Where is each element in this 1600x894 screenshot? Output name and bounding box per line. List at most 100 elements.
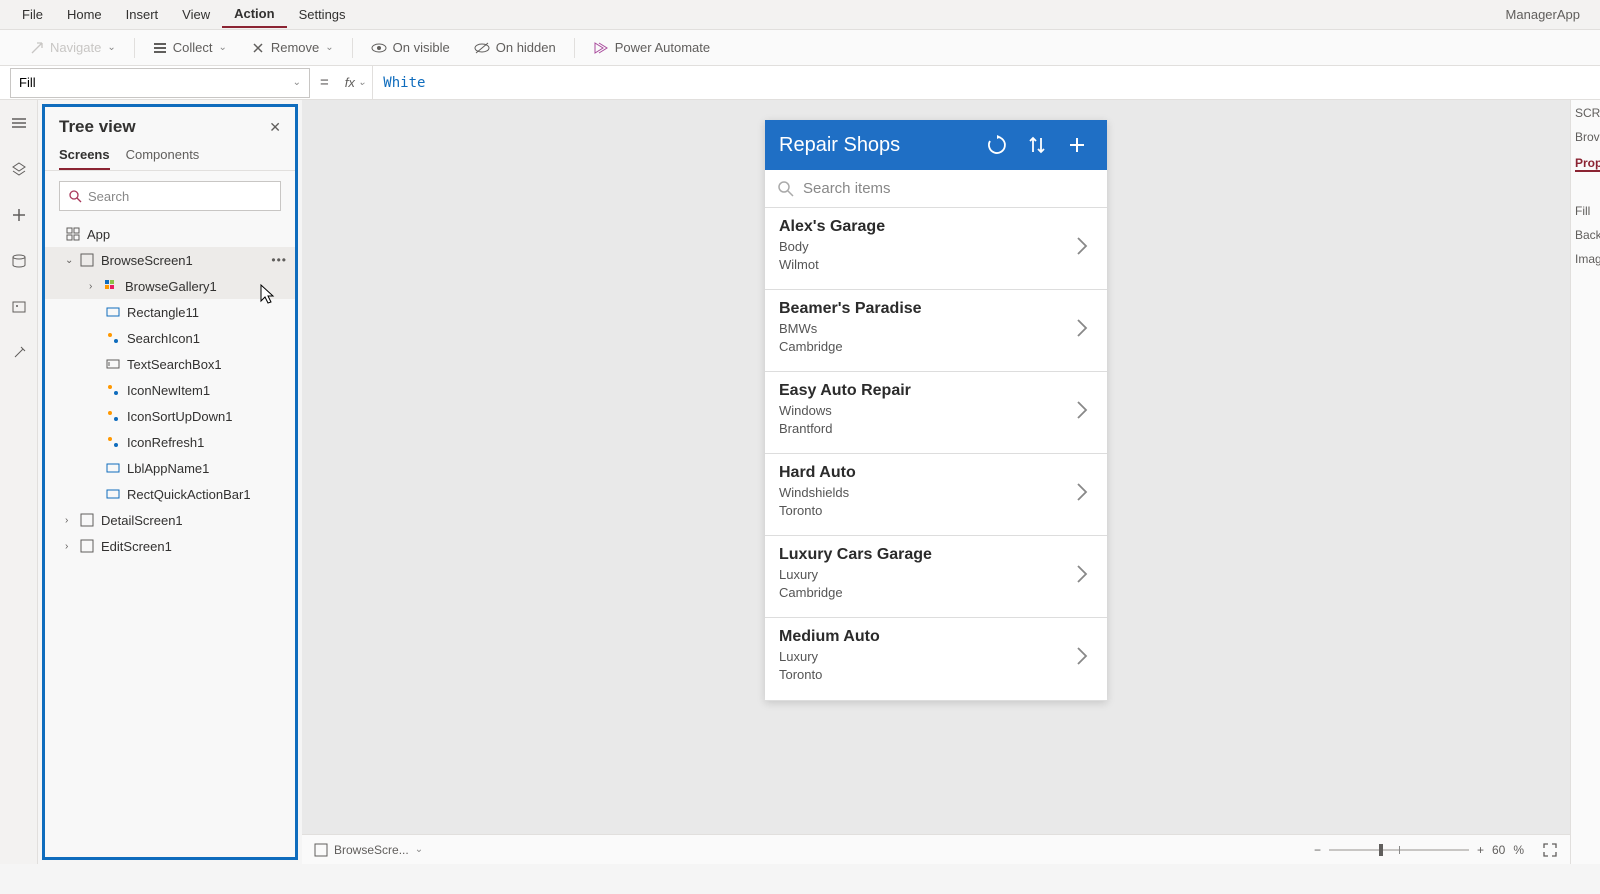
rail-treeview[interactable] bbox=[4, 154, 34, 184]
list-item-sub2: Wilmot bbox=[779, 256, 1075, 274]
tree-detailscreen[interactable]: › DetailScreen1 bbox=[45, 507, 295, 533]
canvas-screen-name[interactable]: BrowseScre... bbox=[334, 843, 409, 857]
tree-searchicon[interactable]: SearchIcon1 bbox=[45, 325, 295, 351]
zoom-slider[interactable] bbox=[1329, 849, 1469, 851]
list-item[interactable]: Alex's Garage Body Wilmot bbox=[765, 208, 1107, 290]
treeview-close[interactable]: ✕ bbox=[269, 119, 281, 136]
list-item-title: Luxury Cars Garage bbox=[779, 546, 1075, 564]
tree-browsegallery[interactable]: › BrowseGallery1 bbox=[45, 273, 295, 299]
property-dropdown[interactable]: Fill⌄ bbox=[10, 68, 310, 98]
app-name: ManagerApp bbox=[1506, 7, 1590, 22]
list-item-sub1: Windshields bbox=[779, 484, 1075, 502]
zoom-unit: % bbox=[1513, 843, 1524, 857]
icon-control-icon bbox=[105, 382, 121, 398]
screen-icon bbox=[79, 512, 95, 528]
preview-searchbar[interactable]: Search items bbox=[765, 170, 1107, 208]
preview-add-icon[interactable] bbox=[1061, 129, 1093, 161]
list-item[interactable]: Easy Auto Repair Windows Brantford bbox=[765, 372, 1107, 454]
icon-control-icon bbox=[105, 330, 121, 346]
rp-properties-tab[interactable]: Prop bbox=[1575, 156, 1600, 172]
rail-hamburger[interactable] bbox=[4, 108, 34, 138]
list-item[interactable]: Beamer's Paradise BMWs Cambridge bbox=[765, 290, 1107, 372]
screen-icon bbox=[79, 252, 95, 268]
app-icon bbox=[65, 226, 81, 242]
canvas-bottombar: BrowseScre... ⌄ − + 60 % bbox=[302, 834, 1570, 864]
right-panel: SCRE Brov Prop Fill Back Imag bbox=[1570, 100, 1600, 864]
rp-back[interactable]: Back bbox=[1575, 228, 1600, 242]
ribbon-navigate: Navigate⌄ bbox=[20, 36, 126, 59]
rail-media[interactable] bbox=[4, 292, 34, 322]
tree-lblappname[interactable]: LblAppName1 bbox=[45, 455, 295, 481]
tree-textsearchbox[interactable]: TextSearchBox1 bbox=[45, 351, 295, 377]
ribbon-onvisible[interactable]: On visible bbox=[361, 36, 460, 59]
tree-editscreen[interactable]: › EditScreen1 bbox=[45, 533, 295, 559]
label-icon bbox=[105, 460, 121, 476]
menu-insert[interactable]: Insert bbox=[114, 2, 171, 27]
chevron-right-icon bbox=[1075, 399, 1093, 421]
menubar: File Home Insert View Action Settings Ma… bbox=[0, 0, 1600, 30]
tree-iconnewitem[interactable]: IconNewItem1 bbox=[45, 377, 295, 403]
tab-components[interactable]: Components bbox=[126, 147, 200, 170]
chevron-right-icon[interactable]: › bbox=[65, 515, 77, 526]
icon-control-icon bbox=[105, 434, 121, 450]
rectangle-icon bbox=[105, 304, 121, 320]
ribbon-collect[interactable]: Collect⌄ bbox=[143, 36, 237, 59]
list-item[interactable]: Medium Auto Luxury Toronto bbox=[765, 618, 1107, 700]
left-rail bbox=[0, 100, 38, 864]
formula-input[interactable]: White bbox=[372, 66, 1600, 99]
zoom-out[interactable]: − bbox=[1314, 843, 1321, 857]
gallery-icon bbox=[103, 278, 119, 294]
treeview-panel: Tree view ✕ Screens Components Search Ap… bbox=[42, 104, 298, 860]
preview-refresh-icon[interactable] bbox=[981, 129, 1013, 161]
list-item-sub1: Luxury bbox=[779, 648, 1075, 666]
list-item[interactable]: Luxury Cars Garage Luxury Cambridge bbox=[765, 536, 1107, 618]
chevron-down-icon[interactable]: ⌄ bbox=[65, 255, 77, 266]
zoom-in[interactable]: + bbox=[1477, 843, 1484, 857]
ribbon: Navigate⌄ Collect⌄ Remove⌄ On visible On… bbox=[0, 30, 1600, 66]
list-item-sub1: BMWs bbox=[779, 320, 1075, 338]
chevron-right-icon[interactable]: › bbox=[89, 281, 101, 292]
menu-file[interactable]: File bbox=[10, 2, 55, 27]
list-item-sub2: Cambridge bbox=[779, 584, 1075, 602]
rail-tools[interactable] bbox=[4, 338, 34, 368]
fullscreen-icon[interactable] bbox=[1542, 842, 1558, 858]
treeview-title: Tree view bbox=[59, 117, 136, 137]
chevron-right-icon bbox=[1075, 481, 1093, 503]
menu-action[interactable]: Action bbox=[222, 1, 286, 28]
tree-app[interactable]: App bbox=[45, 221, 295, 247]
list-item-title: Beamer's Paradise bbox=[779, 300, 1075, 318]
ribbon-onhidden[interactable]: On hidden bbox=[464, 36, 566, 59]
textbox-icon bbox=[105, 356, 121, 372]
tree-rectquickactionbar[interactable]: RectQuickActionBar1 bbox=[45, 481, 295, 507]
preview-sort-icon[interactable] bbox=[1021, 129, 1053, 161]
canvas-area: Repair Shops Search items Alex's Garage … bbox=[302, 100, 1570, 864]
media-icon bbox=[11, 299, 27, 315]
hamburger-icon bbox=[11, 116, 27, 130]
list-item-sub1: Luxury bbox=[779, 566, 1075, 584]
rail-insert[interactable] bbox=[4, 200, 34, 230]
menu-settings[interactable]: Settings bbox=[287, 2, 358, 27]
search-icon bbox=[68, 189, 82, 203]
menu-home[interactable]: Home bbox=[55, 2, 114, 27]
ribbon-remove[interactable]: Remove⌄ bbox=[241, 36, 344, 59]
chevron-right-icon[interactable]: › bbox=[65, 541, 77, 552]
ribbon-powerautomate[interactable]: Power Automate bbox=[583, 36, 720, 59]
chevron-right-icon bbox=[1075, 235, 1093, 257]
screen-icon bbox=[314, 843, 328, 857]
treeview-search[interactable]: Search bbox=[59, 181, 281, 211]
tree-iconsortupdown[interactable]: IconSortUpDown1 bbox=[45, 403, 295, 429]
rail-data[interactable] bbox=[4, 246, 34, 276]
tree-rectangle[interactable]: Rectangle11 bbox=[45, 299, 295, 325]
tree-more-icon[interactable]: ••• bbox=[271, 253, 287, 267]
menu-view[interactable]: View bbox=[170, 2, 222, 27]
fx-label[interactable]: fx⌄ bbox=[339, 75, 373, 90]
tree-iconrefresh[interactable]: IconRefresh1 bbox=[45, 429, 295, 455]
rp-image[interactable]: Imag bbox=[1575, 252, 1600, 266]
phone-preview[interactable]: Repair Shops Search items Alex's Garage … bbox=[765, 120, 1107, 701]
database-icon bbox=[11, 253, 27, 269]
tree-browsescreen[interactable]: ⌄ BrowseScreen1 ••• bbox=[45, 247, 295, 273]
rp-fill[interactable]: Fill bbox=[1575, 204, 1600, 218]
list-item[interactable]: Hard Auto Windshields Toronto bbox=[765, 454, 1107, 536]
tab-screens[interactable]: Screens bbox=[59, 147, 110, 170]
zoom-value: 60 bbox=[1492, 843, 1505, 857]
